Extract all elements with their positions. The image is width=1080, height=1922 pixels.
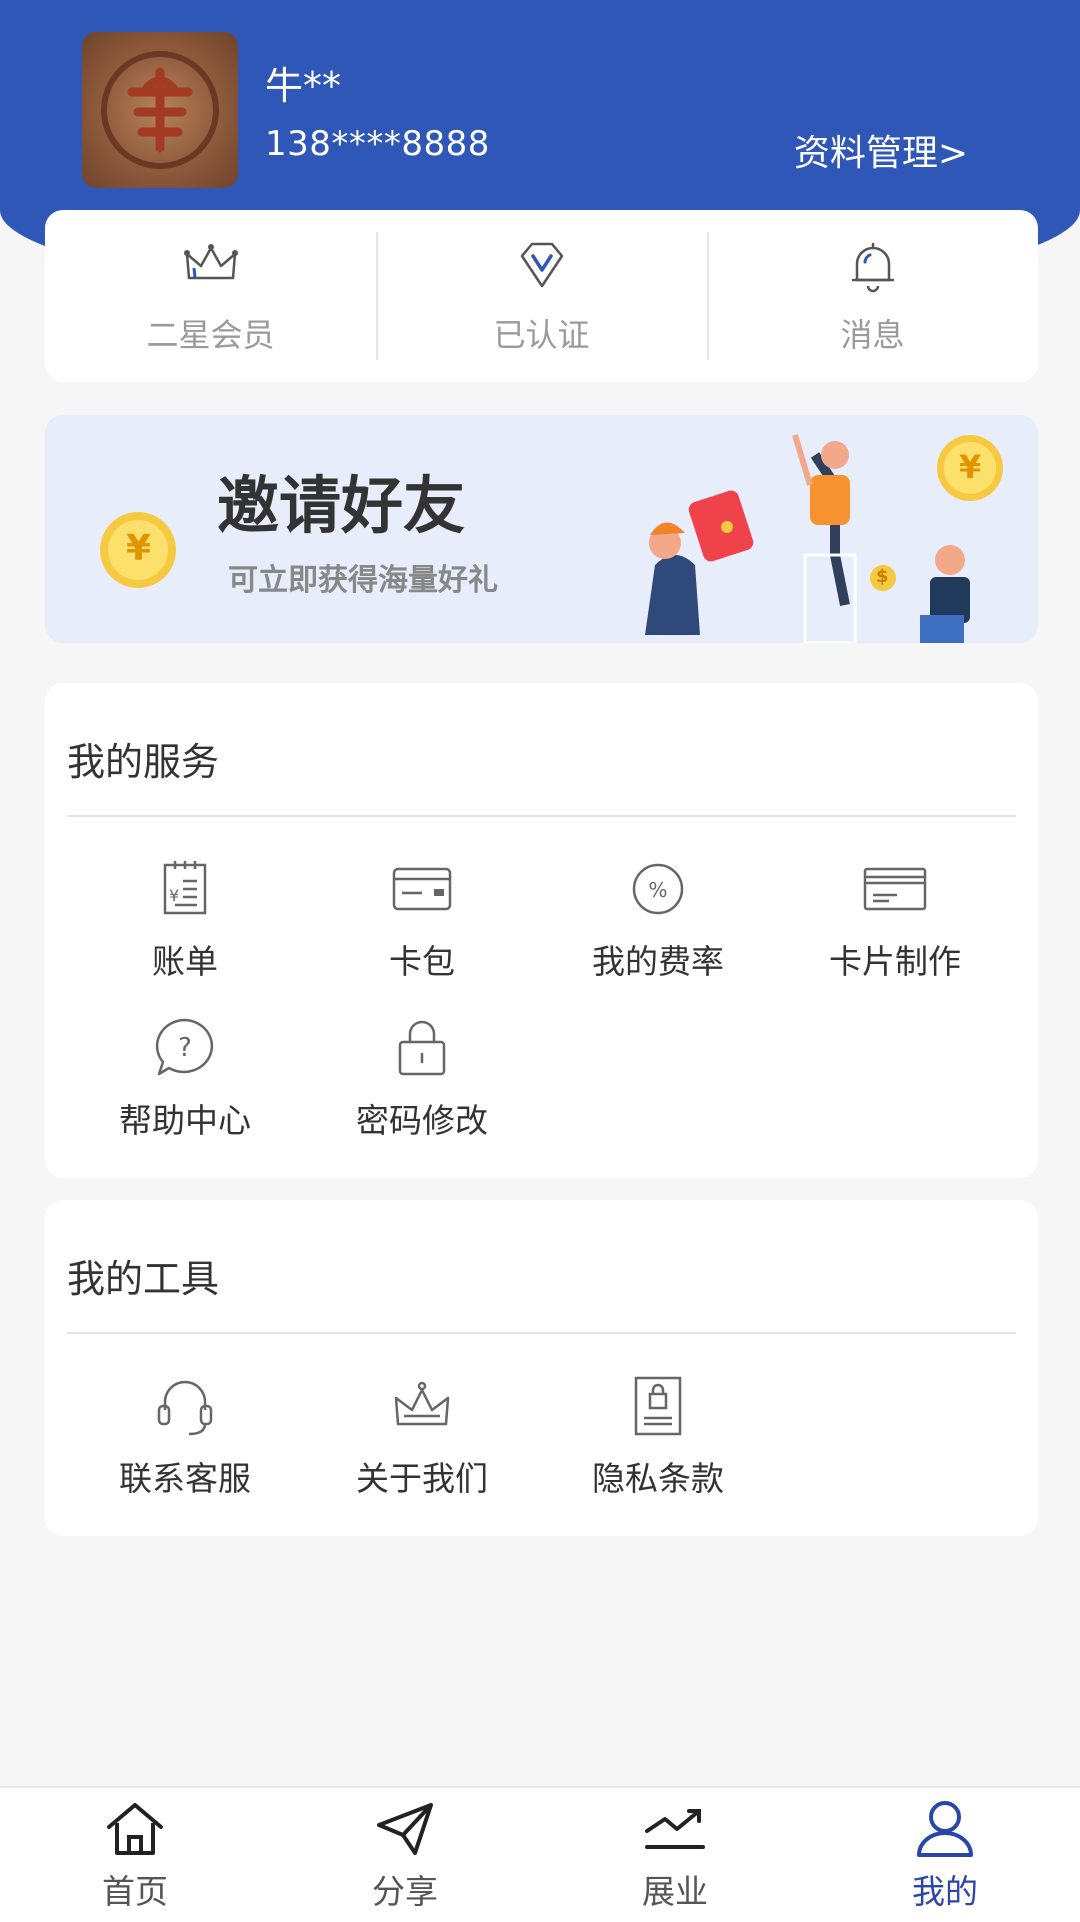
service-my-rate[interactable]: % 我的费率 (558, 857, 758, 983)
messages-label: 消息 (840, 316, 905, 354)
bell-icon (851, 242, 894, 293)
service-card-wallet-label: 卡包 (389, 942, 455, 981)
services-divider (67, 815, 1016, 817)
tools-panel: 我的工具 联系客服 关于我们 隐私条款 (45, 1200, 1038, 1536)
privacy-doc-icon (634, 1376, 682, 1436)
tab-mine-label: 我的 (912, 1872, 978, 1911)
tab-mine[interactable]: 我的 (810, 1788, 1080, 1922)
service-card-wallet[interactable]: 卡包 (322, 857, 522, 983)
headset-icon (157, 1380, 213, 1436)
trend-icon (645, 1809, 705, 1849)
coin-yuan-symbol: ¥ (126, 528, 152, 569)
help-icon: ? (155, 1018, 214, 1076)
bottom-tab-bar: 首页 分享 展业 我的 (0, 1786, 1080, 1922)
banner-subtitle: 可立即获得海量好礼 (228, 563, 498, 598)
help-glyph: ? (178, 1033, 192, 1063)
tab-home[interactable]: 首页 (0, 1788, 270, 1922)
service-card-making-label: 卡片制作 (829, 942, 961, 981)
status-card: 二星会员 已认证 消息 (45, 210, 1038, 382)
svg-text:¥: ¥ (169, 886, 179, 905)
card-wallet-icon (392, 867, 452, 911)
seal-avatar-image (101, 51, 219, 169)
profile-management-link[interactable]: 资料管理> (794, 124, 968, 176)
verified-item[interactable]: 已认证 (376, 210, 707, 382)
invite-friends-banner[interactable]: 邀请好友 可立即获得海量好礼 ¥ ¥ $ (45, 415, 1038, 643)
bill-icon: ¥ (163, 861, 207, 915)
paper-plane-icon (377, 1803, 433, 1855)
tools-title: 我的工具 (67, 1257, 220, 1301)
tool-about-us-label: 关于我们 (356, 1459, 488, 1498)
service-change-password-label: 密码修改 (356, 1101, 488, 1140)
user-name: 牛** (265, 64, 342, 108)
tool-customer-service-label: 联系客服 (119, 1459, 251, 1498)
percent-glyph: % (648, 878, 667, 902)
service-help-center-label: 帮助中心 (119, 1101, 251, 1140)
tool-privacy-terms[interactable]: 隐私条款 (558, 1374, 758, 1500)
coin-yuan-symbol-right: ¥ (959, 448, 982, 486)
tools-divider (67, 1332, 1016, 1334)
service-bill[interactable]: ¥ 账单 (85, 857, 285, 983)
tab-business[interactable]: 展业 (540, 1788, 810, 1922)
tab-business-label: 展业 (642, 1872, 708, 1911)
service-bill-label: 账单 (152, 942, 218, 981)
tab-share-label: 分享 (372, 1872, 438, 1911)
services-panel: 我的服务 ¥ 账单 卡包 % 我的费率 卡片制作 ? 帮助中心 密码修改 (45, 683, 1038, 1178)
crown-icon (183, 244, 238, 280)
messages-item[interactable]: 消息 (707, 210, 1038, 382)
avatar[interactable] (82, 32, 238, 188)
service-my-rate-label: 我的费率 (592, 942, 724, 981)
tool-about-us[interactable]: 关于我们 (322, 1374, 522, 1500)
percent-icon: % (632, 863, 684, 915)
service-card-making[interactable]: 卡片制作 (795, 857, 995, 983)
user-icon (917, 1801, 973, 1857)
banner-title: 邀请好友 (217, 469, 466, 542)
coin-dollar-symbol: $ (876, 566, 889, 587)
banner-illustration (100, 434, 1003, 643)
tool-privacy-terms-label: 隐私条款 (592, 1459, 724, 1498)
tool-customer-service[interactable]: 联系客服 (85, 1374, 285, 1500)
member-level-label: 二星会员 (146, 316, 275, 354)
home-icon (107, 1803, 163, 1855)
tab-share[interactable]: 分享 (270, 1788, 540, 1922)
diamond-icon (520, 242, 563, 288)
crown-icon (394, 1381, 450, 1426)
verified-label: 已认证 (493, 316, 590, 354)
service-change-password[interactable]: 密码修改 (322, 1016, 522, 1142)
services-title: 我的服务 (67, 740, 220, 784)
card-icon (863, 867, 927, 911)
member-level-item[interactable]: 二星会员 (45, 210, 376, 382)
user-phone: 138****8888 (265, 124, 490, 164)
lock-icon (398, 1020, 446, 1076)
tab-home-label: 首页 (102, 1872, 168, 1911)
service-help-center[interactable]: ? 帮助中心 (85, 1016, 285, 1142)
